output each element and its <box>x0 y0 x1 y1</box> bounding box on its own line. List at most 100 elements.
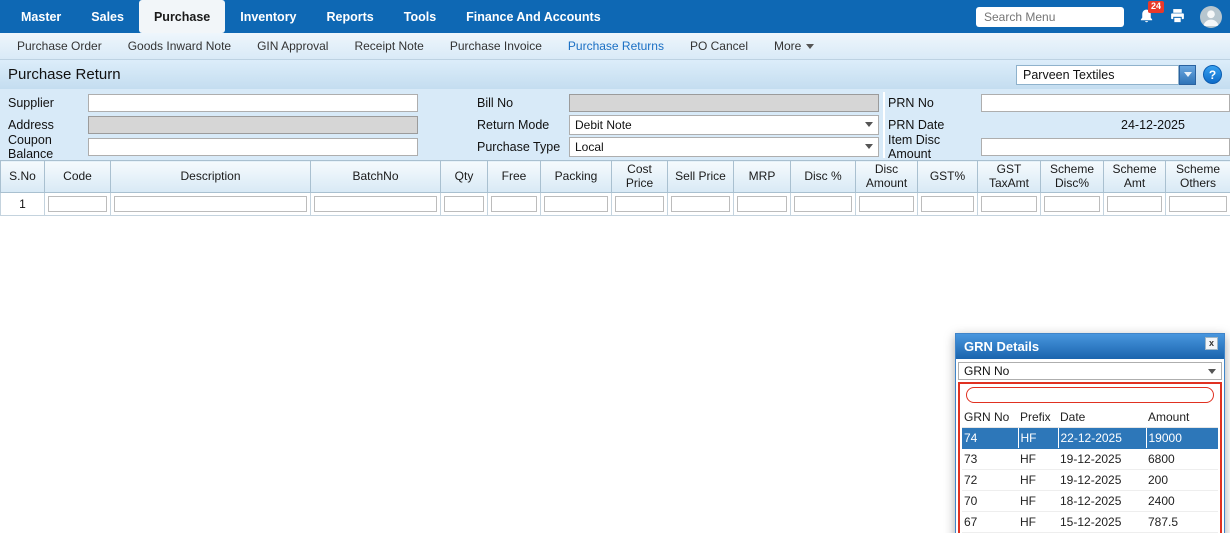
subnav-purchase-invoice[interactable]: Purchase Invoice <box>437 33 555 60</box>
date-cell: 15-12-2025 <box>1058 512 1146 533</box>
prn-date-label: PRN Date <box>888 118 981 132</box>
print-button[interactable] <box>1169 8 1186 25</box>
column-header-code: Code <box>45 161 111 193</box>
purchase-type-select[interactable]: Local <box>569 137 879 157</box>
coupon-balance-input[interactable] <box>88 138 418 156</box>
item-disc-amount-input[interactable] <box>981 138 1230 156</box>
disc-amount-cell-input[interactable] <box>859 196 914 212</box>
column-header-sell-price: Sell Price <box>668 161 734 193</box>
notification-badge: 24 <box>1148 1 1164 13</box>
notifications-button[interactable]: 24 <box>1138 8 1155 25</box>
return-mode-value: Debit Note <box>575 118 632 132</box>
sell-price-cell-input[interactable] <box>671 196 730 212</box>
nav-inventory[interactable]: Inventory <box>225 0 311 33</box>
sno-cell: 1 <box>1 193 45 216</box>
table-row: 1 <box>1 193 1230 216</box>
company-selector[interactable]: Parveen Textiles <box>1016 65 1196 85</box>
column-header-scheme-amt: Scheme Amt <box>1104 161 1166 193</box>
date-cell: 19-12-2025 <box>1058 449 1146 470</box>
avatar[interactable] <box>1200 6 1222 28</box>
mrp-cell-input[interactable] <box>737 196 787 212</box>
supplier-input[interactable] <box>88 94 418 112</box>
column-header-qty: Qty <box>441 161 488 193</box>
nav-reports[interactable]: Reports <box>312 0 389 33</box>
popup-title: GRN Details <box>964 339 1039 354</box>
gst-taxamt-cell-input[interactable] <box>981 196 1037 212</box>
coupon-balance-label: Coupon Balance <box>8 133 88 161</box>
chevron-down-icon <box>1208 369 1216 374</box>
scheme-disc-cell-input[interactable] <box>1044 196 1100 212</box>
column-header-sno: S.No <box>1 161 45 193</box>
printer-icon <box>1169 8 1186 25</box>
page-header: Purchase Return Parveen Textiles ? <box>0 60 1230 89</box>
amount-cell: 2400 <box>1146 491 1218 512</box>
grn-grid: GRN No Prefix Date Amount 74 HF 22-12-20… <box>962 407 1218 533</box>
amount-cell: 19000 <box>1146 428 1218 449</box>
qty-cell-input[interactable] <box>444 196 484 212</box>
amount-cell: 787.5 <box>1146 512 1218 533</box>
cost-price-cell-input[interactable] <box>615 196 664 212</box>
bill-no-label: Bill No <box>477 96 569 110</box>
subnav-goods-inward-note[interactable]: Goods Inward Note <box>115 33 244 60</box>
subnav-gin-approval[interactable]: GIN Approval <box>244 33 341 60</box>
column-header-gst-pct: GST% <box>918 161 978 193</box>
purchase-type-label: Purchase Type <box>477 140 569 154</box>
amount-cell: 200 <box>1146 470 1218 491</box>
column-header-batchno: BatchNo <box>311 161 441 193</box>
return-mode-select[interactable]: Debit Note <box>569 115 879 135</box>
nav-purchase[interactable]: Purchase <box>139 0 225 33</box>
prefix-cell: HF <box>1018 428 1058 449</box>
purchase-sub-navigation: Purchase Order Goods Inward Note GIN App… <box>0 33 1230 60</box>
batchno-cell-input[interactable] <box>314 196 437 212</box>
free-cell-input[interactable] <box>491 196 537 212</box>
description-cell-input[interactable] <box>114 196 307 212</box>
help-button[interactable]: ? <box>1203 65 1222 84</box>
grn-highlight-region: GRN No Prefix Date Amount 74 HF 22-12-20… <box>958 382 1222 533</box>
grn-search-input[interactable] <box>966 387 1214 403</box>
date-cell: 18-12-2025 <box>1058 491 1146 512</box>
amount-cell: 6800 <box>1146 449 1218 470</box>
subnav-purchase-returns[interactable]: Purchase Returns <box>555 33 677 60</box>
chevron-down-icon <box>865 144 873 149</box>
scheme-amt-cell-input[interactable] <box>1107 196 1162 212</box>
items-table-header: S.No Code Description BatchNo Qty Free P… <box>1 161 1230 193</box>
date-cell: 22-12-2025 <box>1058 428 1146 449</box>
subnav-receipt-note[interactable]: Receipt Note <box>341 33 436 60</box>
gst-pct-cell-input[interactable] <box>921 196 974 212</box>
scheme-others-cell-input[interactable] <box>1169 196 1227 212</box>
grn-row[interactable]: 72 HF 19-12-2025 200 <box>962 470 1218 491</box>
subnav-po-cancel[interactable]: PO Cancel <box>677 33 761 60</box>
popup-body: GRN No GRN No Prefix Date Amount <box>956 362 1224 533</box>
items-table: S.No Code Description BatchNo Qty Free P… <box>0 160 1230 216</box>
prn-no-input[interactable] <box>981 94 1230 112</box>
code-cell-input[interactable] <box>48 196 107 212</box>
return-mode-label: Return Mode <box>477 118 569 132</box>
subnav-purchase-order[interactable]: Purchase Order <box>4 33 115 60</box>
prefix-cell: HF <box>1018 449 1058 470</box>
search-input[interactable] <box>976 7 1124 27</box>
grn-row[interactable]: 67 HF 15-12-2025 787.5 <box>962 512 1218 533</box>
popup-titlebar[interactable]: GRN Details x <box>956 334 1224 359</box>
grn-filter-select[interactable]: GRN No <box>958 362 1222 380</box>
chevron-down-icon <box>865 122 873 127</box>
grn-no-cell: 70 <box>962 491 1018 512</box>
grn-no-cell: 72 <box>962 470 1018 491</box>
column-header-gst-taxamt: GST TaxAmt <box>978 161 1041 193</box>
nav-sales[interactable]: Sales <box>76 0 139 33</box>
nav-master[interactable]: Master <box>6 0 76 33</box>
disc-pct-cell-input[interactable] <box>794 196 852 212</box>
subnav-more[interactable]: More <box>761 33 827 60</box>
prefix-cell: HF <box>1018 470 1058 491</box>
grn-row[interactable]: 74 HF 22-12-2025 19000 <box>962 428 1218 449</box>
grn-row[interactable]: 70 HF 18-12-2025 2400 <box>962 491 1218 512</box>
nav-finance-and-accounts[interactable]: Finance And Accounts <box>451 0 616 33</box>
grn-row[interactable]: 73 HF 19-12-2025 6800 <box>962 449 1218 470</box>
packing-cell-input[interactable] <box>544 196 608 212</box>
nav-tools[interactable]: Tools <box>389 0 451 33</box>
grn-no-cell: 67 <box>962 512 1018 533</box>
subnav-more-label: More <box>774 39 801 53</box>
close-icon[interactable]: x <box>1205 337 1218 350</box>
purchase-return-form: Supplier Address Coupon Balance Bill No … <box>0 89 1230 160</box>
column-header-free: Free <box>488 161 541 193</box>
chevron-down-icon[interactable] <box>1179 65 1196 85</box>
